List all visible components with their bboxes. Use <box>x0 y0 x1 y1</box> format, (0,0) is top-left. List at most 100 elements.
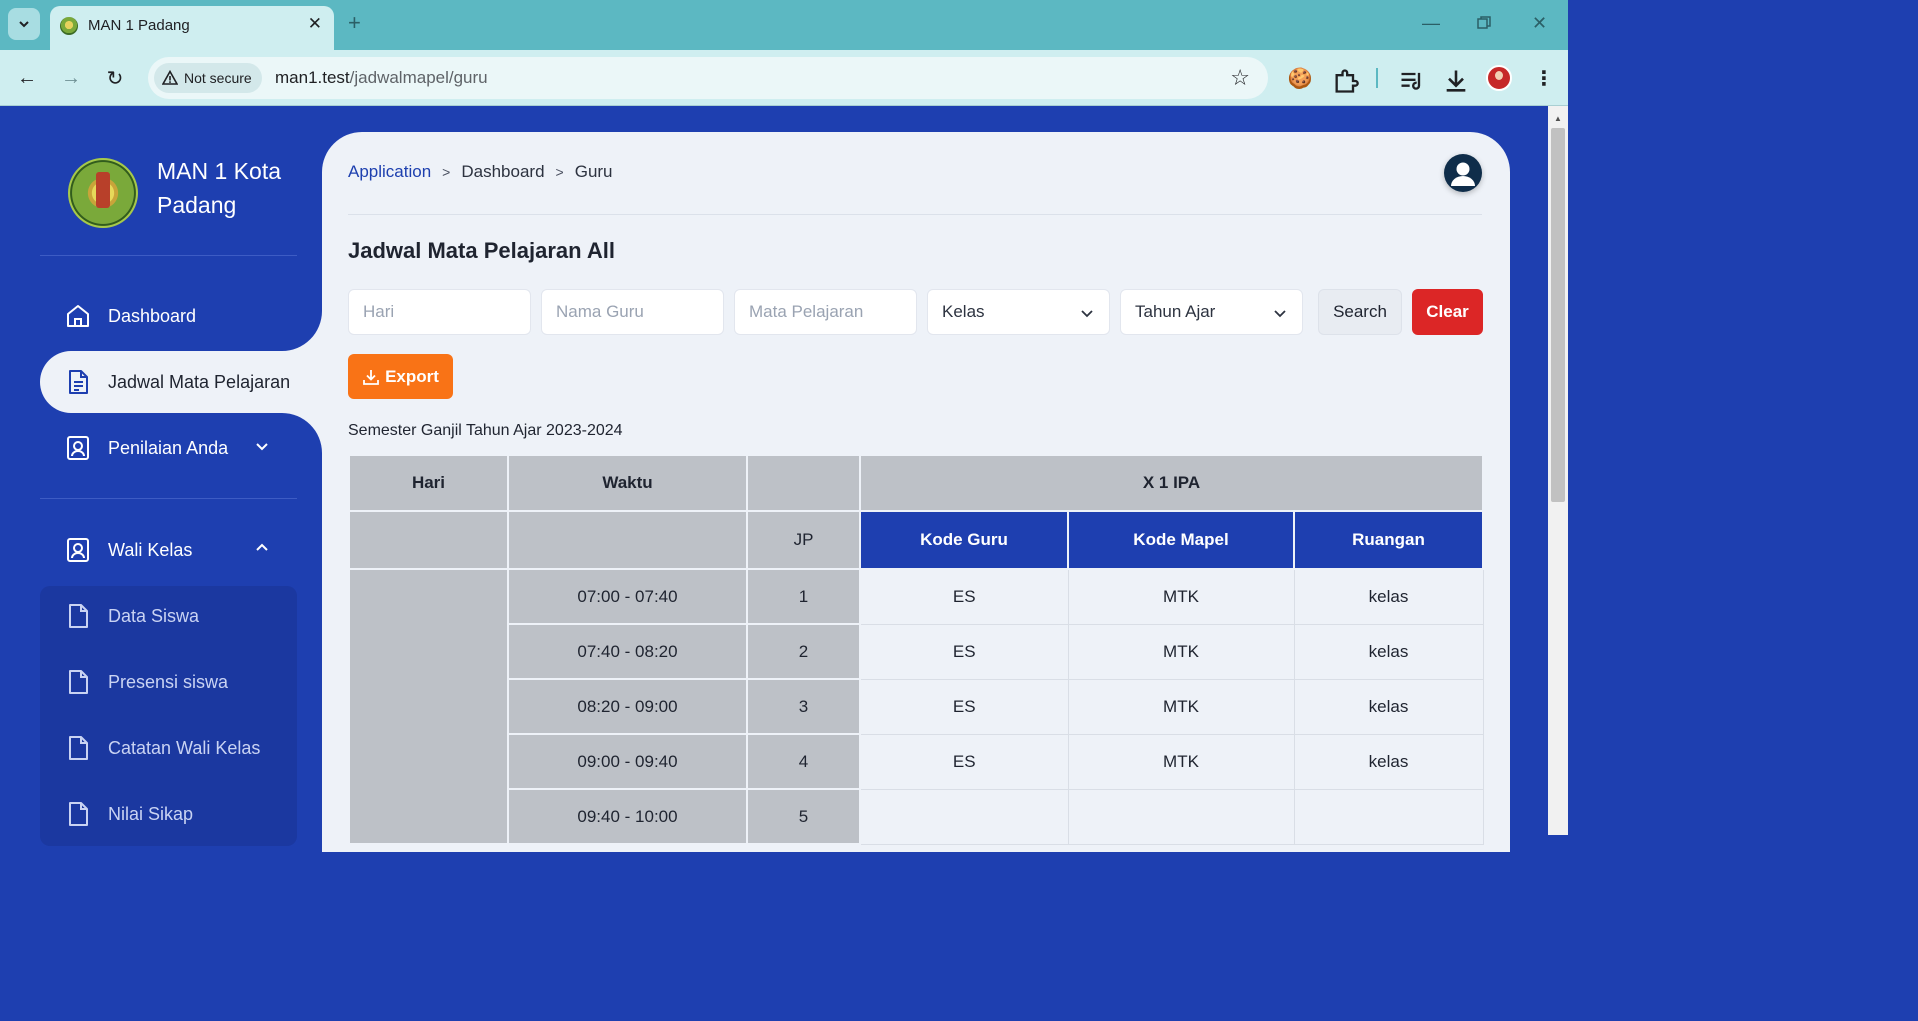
kelas-select[interactable]: Kelas <box>927 289 1110 335</box>
submenu-item-nilai-sikap[interactable]: Nilai Sikap <box>40 784 297 844</box>
security-chip[interactable]: Not secure <box>154 63 262 93</box>
scroll-up-arrow-icon[interactable]: ▲ <box>1554 114 1562 123</box>
header-divider <box>348 214 1482 215</box>
person-icon <box>1451 162 1475 186</box>
schedule-table: Hari Waktu X 1 IPA JP Kode Guru Kode Map… <box>348 454 1484 845</box>
ruangan-cell <box>1293 788 1484 845</box>
sidebar: MAN 1 Kota Padang Dashboard Jadwal Mata … <box>0 106 322 846</box>
jp-cell: 1 <box>746 568 861 625</box>
chevron-down-icon <box>1081 310 1093 318</box>
header-empty <box>746 454 861 512</box>
ruangan-cell: kelas <box>1293 568 1484 625</box>
sidebar-item-label: Penilaian Anda <box>108 437 229 458</box>
chevron-down-icon <box>19 21 29 28</box>
submenu-item-label: Presensi siswa <box>108 671 229 692</box>
school-logo <box>68 158 138 228</box>
kode-mapel-cell: MTK <box>1067 678 1295 735</box>
subheader-empty <box>507 510 748 570</box>
page-scrollbar[interactable]: ▲ <box>1548 106 1568 835</box>
back-icon[interactable]: ← <box>13 64 41 92</box>
url-text[interactable]: man1.test/jadwalmapel/guru <box>275 68 488 88</box>
browser-profile-avatar[interactable] <box>1486 65 1512 91</box>
nama-guru-filter[interactable] <box>541 289 724 335</box>
sidebar-item-wali-kelas[interactable]: Wali Kelas <box>40 520 322 580</box>
more-menu-icon[interactable]: ⋮ <box>1530 64 1558 92</box>
address-bar[interactable]: Not secure man1.test/jadwalmapel/guru ☆ <box>148 57 1268 99</box>
sidebar-divider <box>40 255 297 256</box>
sidebar-item-label: Dashboard <box>108 305 197 326</box>
sidebar-item-jadwal[interactable]: Jadwal Mata Pelajaran <box>40 352 322 412</box>
extensions-puzzle-icon[interactable] <box>1332 67 1360 95</box>
minimize-icon[interactable]: — <box>1422 12 1440 34</box>
hari-input[interactable] <box>349 290 530 334</box>
subheader-empty <box>348 510 509 570</box>
bookmark-star-icon[interactable]: ☆ <box>1230 65 1250 91</box>
kode-guru-cell: ES <box>859 733 1069 790</box>
breadcrumb-application[interactable]: Application <box>348 162 431 182</box>
new-tab-icon[interactable]: + <box>348 12 361 34</box>
export-button[interactable]: Export <box>348 354 453 399</box>
search-button[interactable]: Search <box>1318 289 1402 335</box>
submenu-item-label: Data Siswa <box>108 605 200 626</box>
breadcrumb-dashboard[interactable]: Dashboard <box>461 162 544 182</box>
browser-tab[interactable]: MAN 1 Padang ✕ <box>50 6 334 50</box>
waktu-cell: 07:00 - 07:40 <box>507 568 748 625</box>
user-square-icon <box>67 538 89 562</box>
site-favicon-icon <box>60 17 78 35</box>
submenu-item-label: Nilai Sikap <box>108 803 194 824</box>
scrollbar-thumb[interactable] <box>1551 128 1565 502</box>
close-window-icon[interactable]: ✕ <box>1532 12 1547 34</box>
submenu-item-presensi[interactable]: Presensi siswa <box>40 652 297 712</box>
browser-tab-strip: MAN 1 Padang ✕ + — ✕ <box>0 0 1568 50</box>
submenu-item-label: Catatan Wali Kelas <box>108 737 261 758</box>
wali-kelas-submenu: Data Siswa Presensi siswa Catatan Wali K… <box>40 586 297 846</box>
mata-pelajaran-filter[interactable] <box>734 289 917 335</box>
hari-filter[interactable] <box>348 289 531 335</box>
waktu-cell: 08:20 - 09:00 <box>507 678 748 735</box>
warning-icon <box>162 70 178 85</box>
tahun-ajar-select[interactable]: Tahun Ajar <box>1120 289 1303 335</box>
chevron-right-icon: > <box>555 164 564 180</box>
kode-mapel-cell: MTK <box>1067 733 1295 790</box>
semester-info: Semester Ganjil Tahun Ajar 2023-2024 <box>348 422 623 439</box>
file-icon <box>69 736 88 760</box>
sidebar-divider <box>40 498 297 499</box>
sidebar-item-dashboard[interactable]: Dashboard <box>40 286 322 346</box>
document-icon <box>69 370 88 394</box>
ruangan-cell: kelas <box>1293 733 1484 790</box>
kode-guru-cell: ES <box>859 568 1069 625</box>
export-label: Export <box>385 366 439 386</box>
chevron-down-icon <box>256 443 268 451</box>
table-row: 07:40 - 08:20 2 ES MTK kelas <box>349 623 1484 680</box>
clear-button[interactable]: Clear <box>1412 289 1483 335</box>
header-hari: Hari <box>348 454 509 512</box>
nama-guru-input[interactable] <box>542 290 723 334</box>
jp-cell: 3 <box>746 678 861 735</box>
table-row: 09:00 - 09:40 4 ES MTK kelas <box>349 733 1484 790</box>
table-row: 08:20 - 09:00 3 ES MTK kelas <box>349 678 1484 735</box>
submenu-item-catatan[interactable]: Catatan Wali Kelas <box>40 718 297 778</box>
restore-icon[interactable] <box>1477 16 1491 30</box>
cookie-extension-icon[interactable]: 🍪 <box>1286 64 1314 92</box>
download-icon[interactable] <box>1442 67 1470 95</box>
media-queue-icon[interactable] <box>1398 67 1426 95</box>
mata-pelajaran-input[interactable] <box>735 290 916 334</box>
header-kode-guru: Kode Guru <box>859 510 1069 570</box>
chevron-up-icon <box>256 543 268 551</box>
tab-search-button[interactable] <box>8 8 40 40</box>
sidebar-item-penilaian[interactable]: Penilaian Anda <box>40 418 322 478</box>
browser-toolbar: ← → ↻ Not secure man1.test/jadwalmapel/g… <box>0 50 1568 106</box>
file-icon <box>69 604 88 628</box>
user-avatar-icon[interactable] <box>1444 154 1482 192</box>
jp-cell: 4 <box>746 733 861 790</box>
close-tab-icon[interactable]: ✕ <box>308 14 322 34</box>
forward-icon[interactable]: → <box>57 64 85 92</box>
breadcrumb: Application > Dashboard > Guru <box>348 162 613 182</box>
reload-icon[interactable]: ↻ <box>101 64 129 92</box>
kelas-select-value: Kelas <box>942 302 985 321</box>
waktu-cell: 09:40 - 10:00 <box>507 788 748 845</box>
page-title: Jadwal Mata Pelajaran All <box>348 238 615 263</box>
sidebar-item-label: Jadwal Mata Pelajaran <box>108 371 291 392</box>
ruangan-cell: kelas <box>1293 623 1484 680</box>
submenu-item-data-siswa[interactable]: Data Siswa <box>40 586 297 646</box>
